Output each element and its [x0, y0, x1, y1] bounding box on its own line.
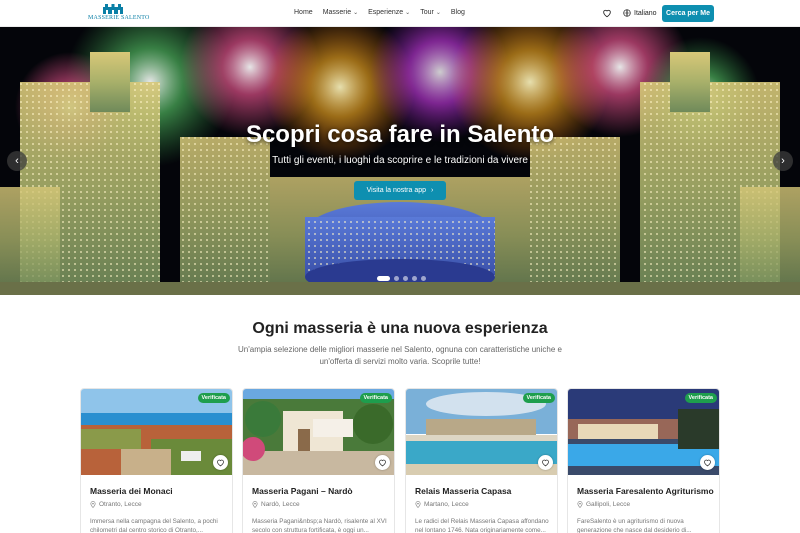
heart-icon — [217, 459, 224, 467]
map-pin-icon — [252, 501, 258, 508]
masseria-card[interactable]: Verificata Masseria Faresalento Agrituri… — [567, 388, 720, 533]
verified-badge: Verificata — [684, 393, 717, 403]
favorite-button[interactable] — [375, 455, 390, 470]
language-label: Italiano — [634, 9, 657, 17]
card-image: Verificata — [406, 389, 557, 475]
card-location: Martano, Lecce — [415, 501, 469, 508]
card-title[interactable]: Masseria Pagani – Nardò — [252, 486, 390, 496]
map-pin-icon — [90, 501, 96, 508]
card-location: Gallipoli, Lecce — [577, 501, 630, 508]
masseria-card[interactable]: Verificata Masseria Pagani – Nardò Nardò… — [242, 388, 395, 533]
main-nav: Home Masserie ⌄ Esperienze ⌄ Tour ⌄ Blog — [294, 9, 465, 16]
card-location-label: Otranto, Lecce — [99, 501, 142, 508]
map-pin-icon — [415, 501, 421, 508]
nav-blog[interactable]: Blog — [451, 9, 465, 16]
nav-tour-label: Tour — [420, 9, 434, 16]
card-description: Masseria Pagani&nbsp;a Nardò, risalente … — [252, 518, 387, 533]
card-location-label: Gallipoli, Lecce — [586, 501, 631, 508]
language-selector[interactable]: Italiano — [623, 9, 657, 17]
map-pin-icon — [577, 501, 583, 508]
masseria-card[interactable]: Verificata Masseria dei Monaci Otranto, … — [80, 388, 233, 533]
nav-home[interactable]: Home — [294, 9, 313, 16]
card-title[interactable]: Masseria dei Monaci — [90, 486, 228, 496]
card-location: Otranto, Lecce — [90, 501, 142, 508]
card-description: Immersa nella campagna del Salento, a po… — [90, 518, 218, 533]
section-description: Un'ampia selezione delle migliori masser… — [238, 345, 562, 366]
visit-app-button[interactable]: Visita la nostra app › — [354, 181, 446, 200]
card-title[interactable]: Relais Masseria Capasa — [415, 486, 553, 496]
chevron-down-icon: ⌄ — [405, 10, 411, 16]
site-logo[interactable]: MASSERIE SALENTO — [88, 4, 150, 24]
carousel-dot[interactable] — [377, 276, 390, 281]
favorite-button[interactable] — [538, 455, 553, 470]
card-title[interactable]: Masseria Faresalento Agriturismo — [577, 486, 715, 496]
heart-icon — [542, 459, 549, 467]
heart-icon — [704, 459, 711, 467]
card-image: Verificata — [568, 389, 719, 475]
nav-tour[interactable]: Tour ⌄ — [420, 9, 441, 16]
carousel-dot[interactable] — [412, 276, 417, 281]
verified-badge: Verificata — [197, 393, 230, 403]
heart-icon — [379, 459, 386, 467]
hero-subtitle: Tutti gli eventi, i luoghi da scoprire e… — [272, 155, 528, 166]
search-for-me-button[interactable]: Cerca per Me — [662, 5, 714, 22]
chevron-down-icon: ⌄ — [435, 10, 441, 16]
favorite-button[interactable] — [213, 455, 228, 470]
logo-icon — [103, 4, 123, 14]
card-image: Verificata — [81, 389, 232, 475]
card-location-label: Martano, Lecce — [424, 501, 469, 508]
card-image: Verificata — [243, 389, 394, 475]
visit-app-label: Visita la nostra app — [366, 187, 427, 194]
site-header: MASSERIE SALENTO Home Masserie ⌄ Esperie… — [0, 0, 800, 27]
nav-blog-label: Blog — [450, 9, 465, 16]
carousel-dot[interactable] — [394, 276, 399, 281]
logo-text: MASSERIE SALENTO — [88, 15, 150, 21]
nav-esperienze[interactable]: Esperienze ⌄ — [368, 9, 410, 16]
nav-esperienze-label: Esperienze — [368, 9, 404, 16]
nav-masserie[interactable]: Masserie ⌄ — [323, 9, 358, 16]
carousel-indicators — [377, 276, 426, 281]
section-title: Ogni masseria è una nuova esperienza — [252, 320, 548, 337]
card-description: FareSalento è un agriturismo di nuova ge… — [577, 518, 692, 533]
card-description: Le radici del Relais Masseria Capasa aff… — [415, 518, 549, 533]
nav-home-label: Home — [294, 9, 313, 16]
carousel-dot[interactable] — [421, 276, 426, 281]
masseria-card[interactable]: Verificata Relais Masseria Capasa Martan… — [405, 388, 558, 533]
carousel-dot[interactable] — [403, 276, 408, 281]
hero-title: Scopri cosa fare in Salento — [245, 121, 555, 148]
globe-icon — [623, 9, 631, 17]
verified-badge: Verificata — [522, 393, 555, 403]
chevron-down-icon: ⌄ — [353, 10, 359, 16]
verified-badge: Verificata — [359, 393, 392, 403]
nav-masserie-label: Masserie — [322, 9, 352, 16]
card-location-label: Nardò, Lecce — [261, 501, 300, 508]
card-location: Nardò, Lecce — [252, 501, 300, 508]
hero-carousel: ‹ › Scopri cosa fare in Salento Tutti gl… — [0, 27, 800, 295]
heart-icon[interactable] — [602, 8, 612, 18]
favorite-button[interactable] — [700, 455, 715, 470]
chevron-right-icon: › — [431, 187, 434, 194]
